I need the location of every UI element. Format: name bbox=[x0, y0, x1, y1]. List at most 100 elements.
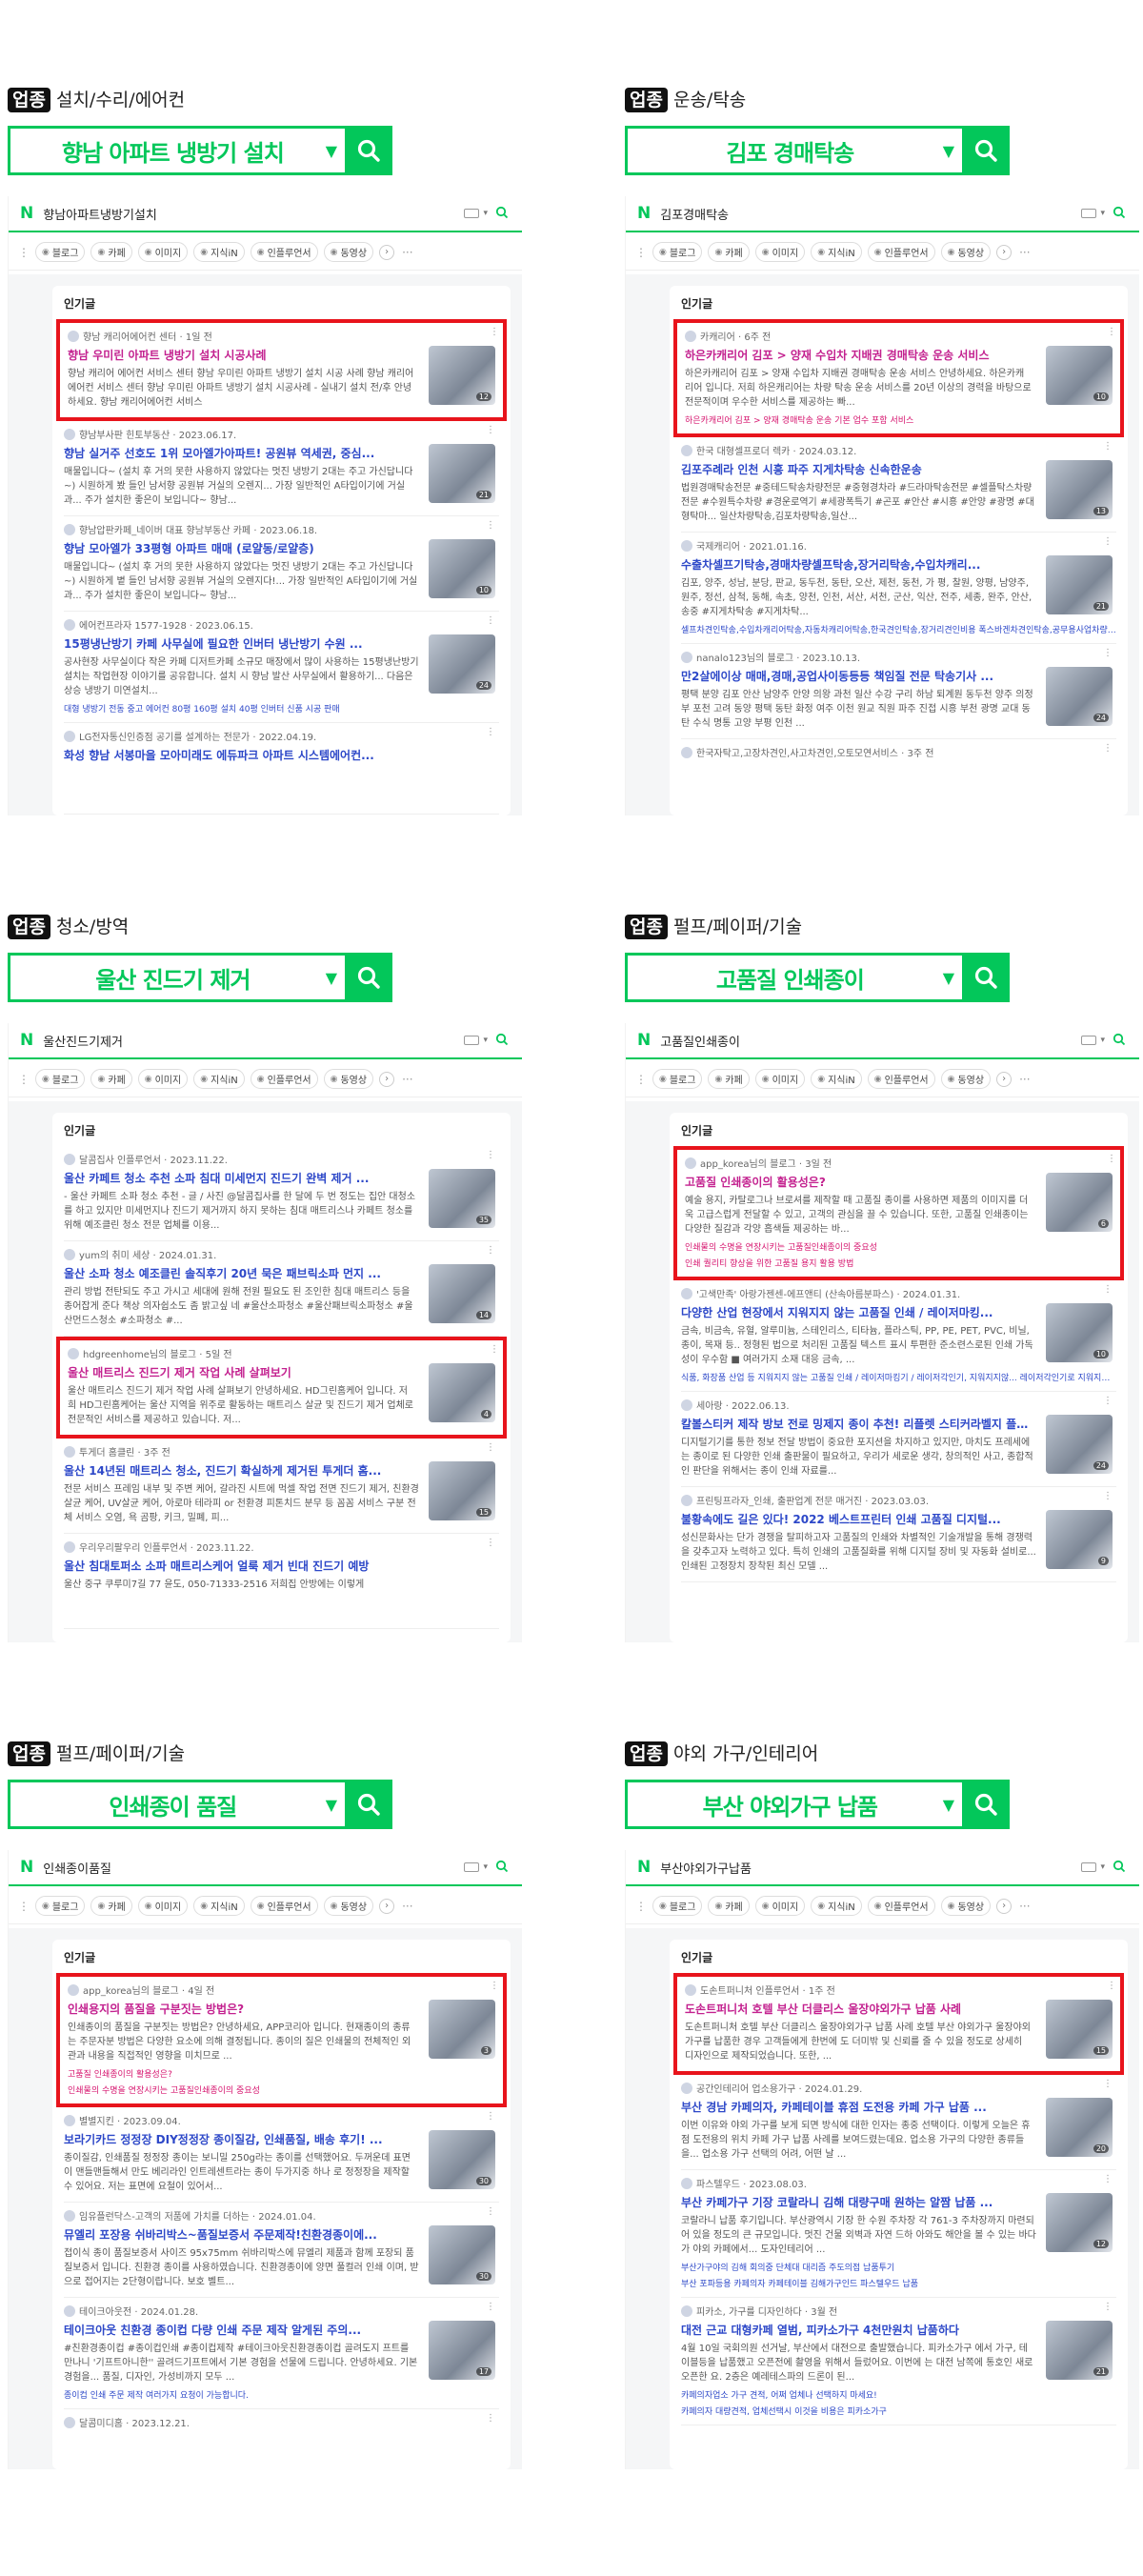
result-thumbnail[interactable]: 15 bbox=[1046, 2000, 1113, 2059]
result-thumbnail[interactable]: 24 bbox=[429, 634, 495, 694]
result-title[interactable]: 울산 침대토퍼소 소파 매트리스케어 얼룩 제거 빈대 진드기 예방 bbox=[64, 1558, 499, 1574]
dropdown-triangle-icon[interactable]: ▼ bbox=[326, 1796, 337, 1814]
tab-2[interactable]: ◉ 이미지 bbox=[754, 242, 806, 262]
tab-0[interactable]: ◉ 블로그 bbox=[35, 1896, 86, 1916]
result-thumbnail[interactable]: 30 bbox=[429, 2225, 495, 2284]
kebab-menu-icon[interactable]: ⋮ bbox=[1103, 441, 1113, 452]
more-icon[interactable]: ⋮ bbox=[18, 1073, 30, 1086]
search-query[interactable]: 향남아파트냉방기설치 bbox=[43, 205, 464, 223]
magnifier-icon[interactable] bbox=[495, 1032, 509, 1050]
related-link[interactable]: 고품질 인쇄종이의 활용성은? bbox=[68, 2067, 495, 2080]
kebab-menu-icon[interactable]: ⋮ bbox=[486, 425, 495, 435]
result-source[interactable]: 향남부사판 힌토부동산 · 2023.06.17. bbox=[64, 427, 499, 441]
result-thumbnail[interactable]: 3 bbox=[429, 2000, 495, 2059]
highlighted-result[interactable]: 도손트퍼니처 인플루언서 · 1주 전 도손트퍼니처 호텔 부산 더클리스 울장야… bbox=[673, 1973, 1124, 2075]
tab-1[interactable]: ◉ 카페 bbox=[708, 1896, 750, 1916]
tab-3[interactable]: ◉ 지식iN bbox=[811, 1069, 862, 1089]
keyboard-icon[interactable] bbox=[1081, 1862, 1097, 1872]
result-item[interactable]: 달콤집사 인플루언서 · 2023.11.22. 울산 카페트 청소 추천 소파 … bbox=[64, 1146, 499, 1241]
magnifier-icon[interactable] bbox=[1113, 1859, 1126, 1877]
chevron-right-icon[interactable]: › bbox=[379, 1071, 395, 1087]
result-item[interactable]: 달콤미디홈 · 2023.12.21. ⋮ bbox=[64, 2409, 499, 2469]
keyword-searchbar[interactable]: 김포 경매탁송 ▼ bbox=[625, 126, 1010, 175]
kebab-menu-icon[interactable]: ⋮ bbox=[1103, 536, 1113, 547]
more-icon[interactable]: ⋮ bbox=[18, 1900, 30, 1913]
tab-5[interactable]: ◉ 동영상 bbox=[323, 1069, 374, 1089]
kebab-menu-icon[interactable]: ⋮ bbox=[1107, 1154, 1116, 1164]
result-source[interactable]: 공간인테리어 업소용가구 · 2024.01.29. bbox=[681, 2081, 1116, 2095]
result-source[interactable]: 한국 대형셀프로더 렉카 · 2024.03.12. bbox=[681, 443, 1116, 457]
result-source[interactable]: 카캐리어 · 6주 전 bbox=[685, 329, 1113, 343]
related-link-2[interactable]: 인쇄 퀄리티 향상을 위한 고품질 용지 활용 방법 bbox=[685, 1257, 1113, 1269]
kebab-menu-icon[interactable]: ⋮ bbox=[1103, 2174, 1113, 2184]
result-thumbnail[interactable]: 20 bbox=[1046, 2098, 1113, 2157]
result-thumbnail[interactable]: 10 bbox=[429, 539, 495, 598]
tab-5[interactable]: ◉ 동영상 bbox=[940, 242, 992, 262]
highlighted-result[interactable]: 향남 캐리어에어컨 센터 · 1일 전 향남 우미린 아파트 냉방기 설치 시공사… bbox=[56, 319, 507, 421]
more-horizontal-icon[interactable]: ··· bbox=[1019, 1900, 1030, 1913]
kebab-menu-icon[interactable]: ⋮ bbox=[1103, 743, 1113, 754]
result-source[interactable]: 국제캐리어 · 2021.01.16. bbox=[681, 538, 1116, 553]
kebab-menu-icon[interactable]: ⋮ bbox=[490, 327, 499, 337]
keyboard-icon[interactable] bbox=[1081, 209, 1097, 218]
result-source[interactable]: 프린팅프라자_인쇄, 출판업계 전문 매거진 · 2023.03.03. bbox=[681, 1493, 1116, 1507]
search-query[interactable]: 고품질인쇄종이 bbox=[660, 1032, 1081, 1050]
result-item[interactable]: 향남압판카페_네이버 대표 향남부동산 카페 · 2023.06.18. 향남 모… bbox=[64, 516, 499, 612]
kebab-menu-icon[interactable]: ⋮ bbox=[486, 727, 495, 737]
more-horizontal-icon[interactable]: ··· bbox=[1019, 1073, 1030, 1086]
kebab-menu-icon[interactable]: ⋮ bbox=[486, 2206, 495, 2217]
result-title[interactable]: 화성 향남 서봉마을 모아미래도 에듀파크 아파트 시스템에어컨... bbox=[64, 747, 499, 763]
chevron-right-icon[interactable]: › bbox=[379, 1898, 395, 1914]
result-source[interactable]: 향남압판카페_네이버 대표 향남부동산 카페 · 2023.06.18. bbox=[64, 522, 499, 536]
result-thumbnail[interactable]: 21 bbox=[1046, 555, 1113, 614]
naver-logo-icon[interactable]: N bbox=[637, 1858, 651, 1877]
result-item[interactable]: 피카소, 가구를 디자인하다 · 3월 전 대전 근교 대형카페 열범, 피카소가… bbox=[681, 2298, 1116, 2425]
naver-logo-icon[interactable]: N bbox=[637, 1031, 651, 1050]
kebab-menu-icon[interactable]: ⋮ bbox=[486, 1150, 495, 1160]
kebab-menu-icon[interactable]: ⋮ bbox=[486, 1245, 495, 1256]
result-thumbnail[interactable]: 10 bbox=[1046, 1303, 1113, 1362]
highlighted-result[interactable]: 카캐리어 · 6주 전 하은카캐리어 김포 > 양재 수입차 지배권 경매탁송 운… bbox=[673, 319, 1124, 437]
related-link[interactable]: 인쇄물의 수명을 연장시키는 고품질인쇄종이의 중요성 bbox=[685, 1240, 1113, 1253]
kebab-menu-icon[interactable]: ⋮ bbox=[1107, 1981, 1116, 1991]
kebab-menu-icon[interactable]: ⋮ bbox=[490, 1981, 499, 1991]
kebab-menu-icon[interactable]: ⋮ bbox=[486, 2111, 495, 2122]
tab-1[interactable]: ◉ 카페 bbox=[90, 242, 132, 262]
result-source[interactable]: yum의 취미 세상 · 2024.01.31. bbox=[64, 1247, 499, 1261]
tab-1[interactable]: ◉ 카페 bbox=[708, 1069, 750, 1089]
search-button[interactable] bbox=[962, 953, 1010, 1002]
result-thumbnail[interactable]: 12 bbox=[1046, 2193, 1113, 2252]
result-thumbnail[interactable]: 13 bbox=[1046, 460, 1113, 519]
result-thumbnail[interactable]: 30 bbox=[429, 2130, 495, 2189]
result-thumbnail[interactable]: 10 bbox=[1046, 346, 1113, 405]
more-horizontal-icon[interactable]: ··· bbox=[402, 1900, 412, 1913]
kebab-menu-icon[interactable]: ⋮ bbox=[486, 615, 495, 626]
result-item[interactable]: LG전자통신인증점 공기를 설계하는 전문가 · 2022.04.19. 화성 향… bbox=[64, 723, 499, 815]
keyboard-icon[interactable] bbox=[1081, 1036, 1097, 1045]
result-thumbnail[interactable]: 17 bbox=[429, 2321, 495, 2380]
result-thumbnail[interactable]: 35 bbox=[429, 1169, 495, 1228]
keyword-searchbar[interactable]: 울산 진드기 제거 ▼ bbox=[8, 953, 392, 1002]
result-source[interactable]: LG전자통신인증점 공기를 설계하는 전문가 · 2022.04.19. bbox=[64, 729, 499, 743]
search-button[interactable] bbox=[345, 953, 392, 1002]
magnifier-icon[interactable] bbox=[495, 1859, 509, 1877]
tab-4[interactable]: ◉ 인플루언서 bbox=[250, 242, 318, 262]
dropdown-triangle-icon[interactable]: ▼ bbox=[943, 142, 954, 160]
tab-4[interactable]: ◉ 인플루언서 bbox=[250, 1896, 318, 1916]
tab-0[interactable]: ◉ 블로그 bbox=[652, 1896, 703, 1916]
search-query[interactable]: 김포경매탁송 bbox=[660, 205, 1081, 223]
more-icon[interactable]: ⋮ bbox=[635, 246, 647, 259]
tab-1[interactable]: ◉ 카페 bbox=[90, 1069, 132, 1089]
naver-logo-icon[interactable]: N bbox=[20, 1031, 33, 1050]
kebab-menu-icon[interactable]: ⋮ bbox=[1103, 648, 1113, 658]
tab-2[interactable]: ◉ 이미지 bbox=[137, 1069, 189, 1089]
chevron-right-icon[interactable]: › bbox=[996, 244, 1013, 260]
more-horizontal-icon[interactable]: ··· bbox=[1019, 246, 1030, 259]
result-source[interactable]: app_korea님의 블로그 · 4일 전 bbox=[68, 1982, 495, 1997]
dropdown-triangle-icon[interactable]: ▼ bbox=[326, 969, 337, 987]
kebab-menu-icon[interactable]: ⋮ bbox=[486, 2302, 495, 2312]
result-thumbnail[interactable]: 15 bbox=[429, 1461, 495, 1520]
highlighted-result[interactable]: app_korea님의 블로그 · 3일 전 고품질 인쇄종이의 활용성은? 예술 … bbox=[673, 1146, 1124, 1280]
more-icon[interactable]: ⋮ bbox=[635, 1073, 647, 1086]
keyword-searchbar[interactable]: 부산 야외가구 납품 ▼ bbox=[625, 1780, 1010, 1829]
